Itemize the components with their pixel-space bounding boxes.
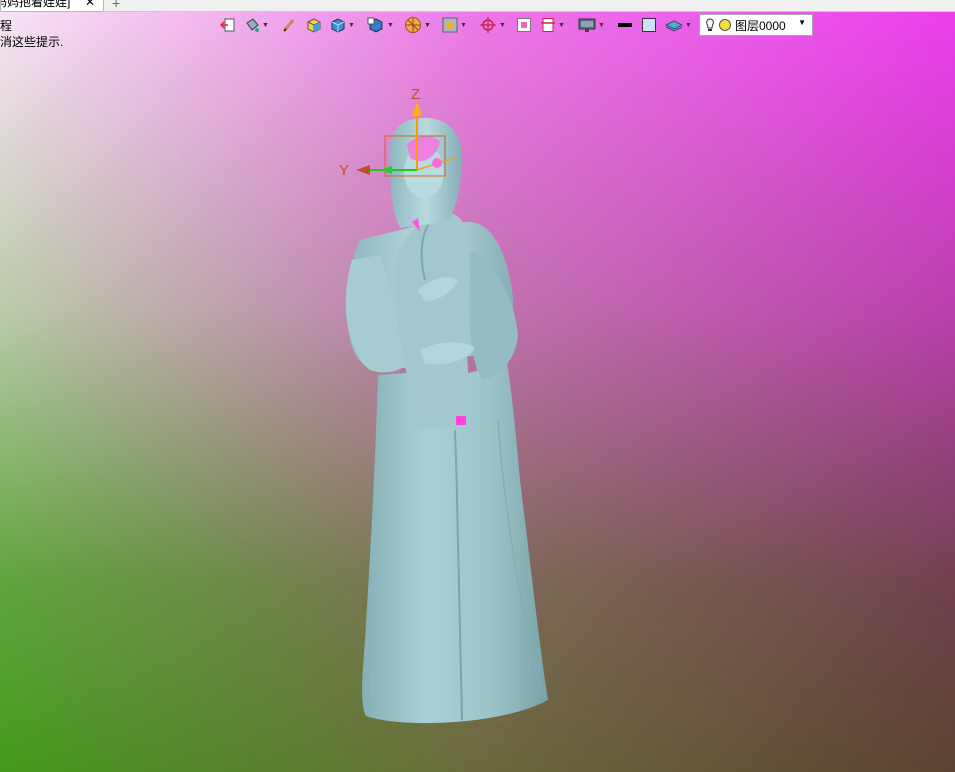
exit-icon [220, 18, 235, 32]
section-button[interactable]: ▼ [404, 16, 431, 34]
snap-button[interactable]: ▼ [442, 16, 467, 34]
axis-y-label: Y [339, 162, 349, 179]
box-view-button[interactable]: ▼ [330, 16, 355, 34]
origin-button[interactable]: ▼ [479, 16, 506, 34]
new-tab-icon[interactable]: + [112, 0, 120, 11]
hint-line-1: 程 [0, 19, 13, 33]
statue-model [345, 118, 548, 724]
layers-icon [665, 20, 683, 32]
axis-z-label: Z [411, 86, 420, 103]
layer-select[interactable]: 图层0000 ▼ [699, 14, 813, 36]
display-button[interactable]: ▼ [578, 16, 605, 34]
frame-icon [517, 18, 531, 32]
layer-stack-button[interactable]: ▼ [665, 16, 692, 34]
line-weight-icon [618, 23, 632, 27]
tab-strip: 妈妈抱着娃娃] ✕ + [0, 0, 955, 12]
monitor-icon [578, 18, 596, 32]
close-icon[interactable]: ✕ [85, 0, 95, 8]
fill-color-button[interactable] [641, 16, 657, 34]
document-tab-title: 妈妈抱着娃娃] [0, 0, 71, 9]
hint-line-2: 消这些提示. [0, 35, 64, 49]
cube-orient-icon [367, 17, 383, 33]
layer-name: 图层0000 [735, 18, 786, 33]
section-sphere-icon [405, 17, 421, 33]
snap-frame-icon [442, 17, 458, 33]
layer-color-icon[interactable] [718, 18, 732, 32]
pencil-icon [283, 19, 295, 32]
crosshair-icon [480, 17, 496, 33]
cube-blue-icon [331, 18, 345, 33]
dropdown-arrow-icon[interactable]: ▼ [798, 18, 806, 27]
frame-button[interactable] [516, 16, 532, 34]
orient-view-button[interactable]: ▼ [367, 16, 394, 34]
model-view[interactable]: Z Y [0, 0, 955, 772]
line-weight-button[interactable] [617, 16, 633, 34]
clip-plane-icon [541, 18, 555, 32]
cube-shaded-icon [307, 18, 321, 33]
clip-button[interactable]: ▼ [540, 16, 565, 34]
document-tab[interactable]: 妈妈抱着娃娃] ✕ [0, 0, 104, 12]
shaded-view-button[interactable] [306, 16, 322, 34]
render-mode-button[interactable]: ▼ [244, 16, 269, 34]
exit-view-button[interactable] [220, 16, 236, 34]
paint-bucket-icon [246, 18, 259, 32]
color-swatch-icon [642, 18, 656, 32]
measure-button[interactable] [282, 16, 296, 34]
lightbulb-icon[interactable] [704, 17, 716, 33]
